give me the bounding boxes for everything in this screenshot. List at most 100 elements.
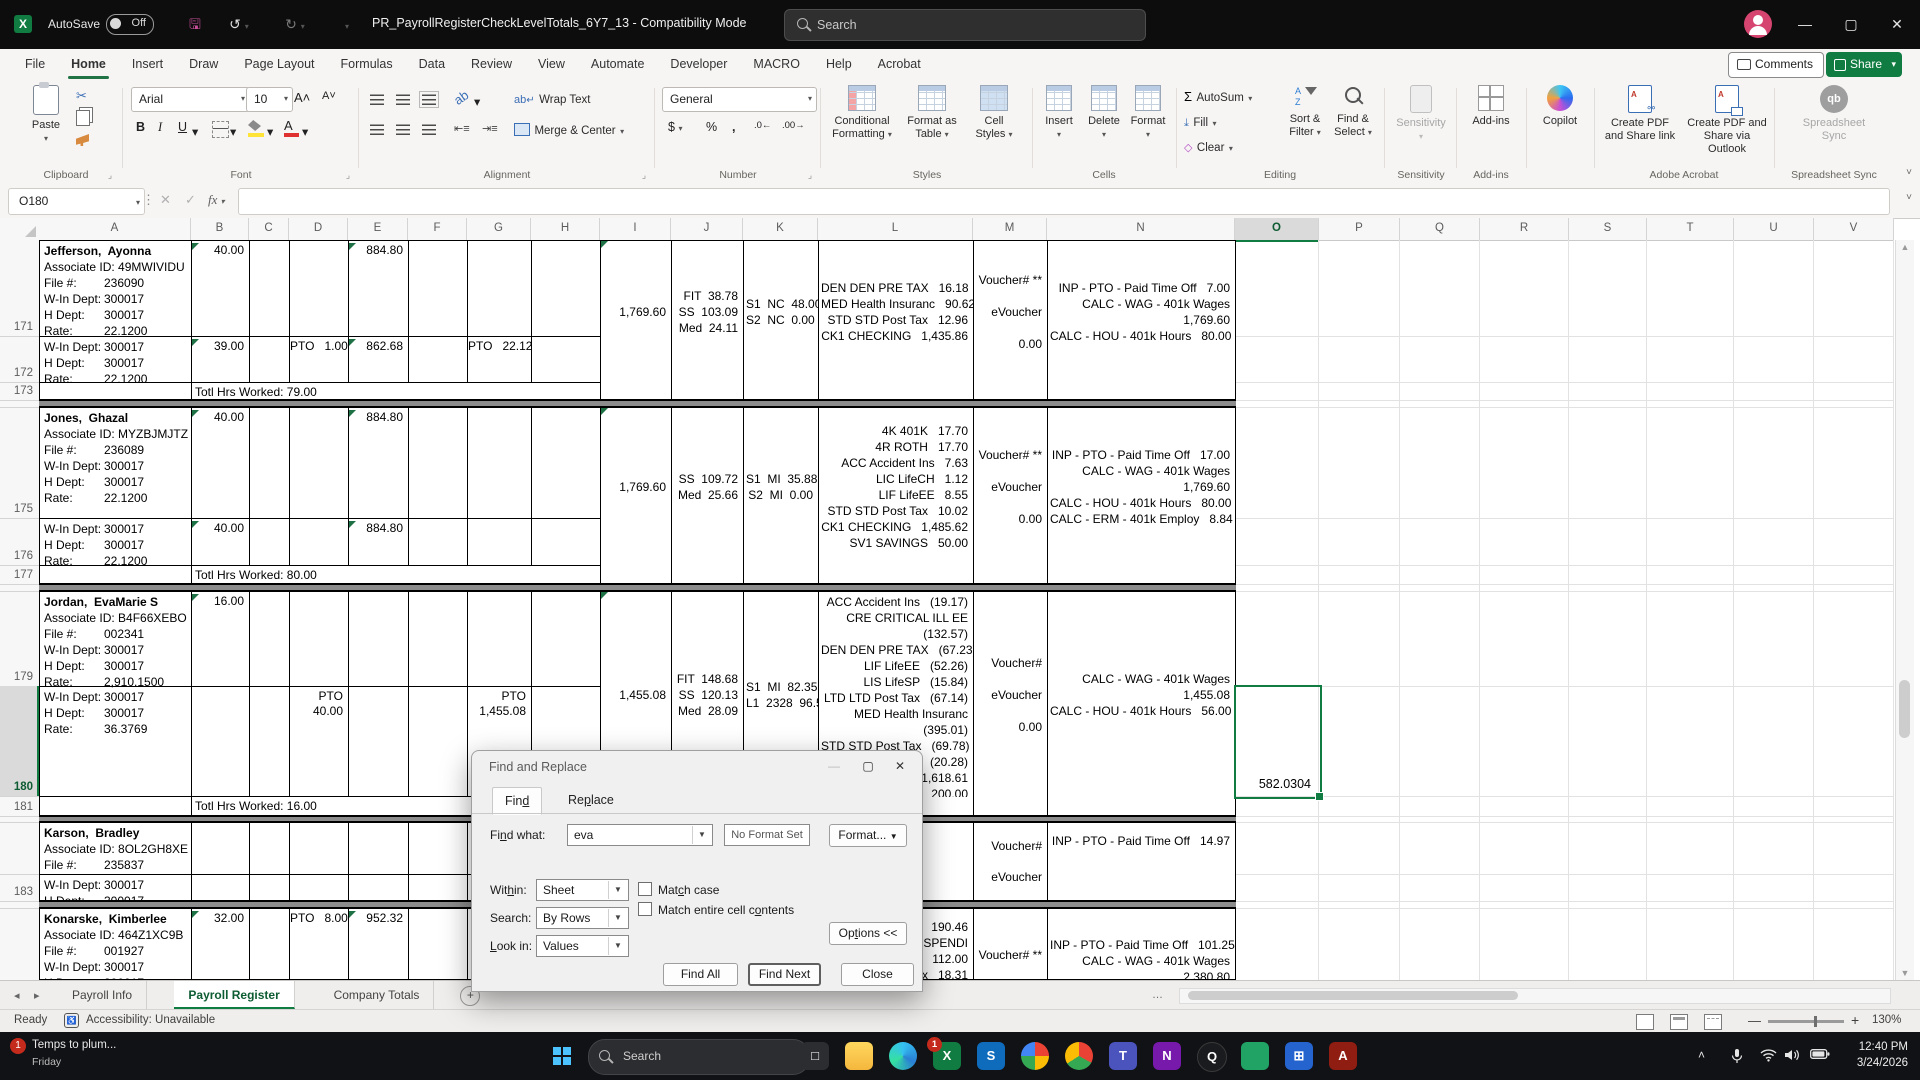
- row-header-176[interactable]: 176: [0, 548, 33, 564]
- currency-icon[interactable]: $ ▾: [668, 120, 682, 134]
- percent-icon[interactable]: %: [706, 120, 717, 134]
- taskbar-icon-onenote[interactable]: N: [1153, 1042, 1181, 1070]
- expand-formula-bar-icon[interactable]: ˅: [1906, 192, 1912, 203]
- tab-replace[interactable]: Replace: [556, 787, 626, 813]
- cell-E[interactable]: 884.80: [349, 243, 408, 337]
- within-select[interactable]: Sheet▼: [536, 879, 629, 901]
- align-middle-icon[interactable]: [396, 92, 410, 110]
- italic-button[interactable]: I: [158, 120, 162, 135]
- cell-B[interactable]: 32.00: [192, 911, 249, 981]
- prev-sheet-icon[interactable]: ◂: [14, 989, 20, 1002]
- cell-M[interactable]: Voucher# eVoucher 0.00: [974, 592, 1047, 797]
- column-header-U[interactable]: U: [1734, 218, 1814, 241]
- cell-N[interactable]: INP - PTO - Paid Time Off 101.25 CALC - …: [1048, 909, 1235, 981]
- cut-icon[interactable]: ✂: [76, 88, 87, 104]
- format-as-table-button[interactable]: Format asTable ▾: [900, 85, 964, 141]
- cell-B[interactable]: 40.00: [192, 243, 249, 337]
- find-next-button[interactable]: Find Next: [748, 963, 821, 986]
- align-bottom-icon[interactable]: [422, 92, 436, 110]
- orientation-menu-icon[interactable]: ▾: [474, 94, 480, 109]
- copilot-button[interactable]: Copilot: [1530, 85, 1590, 128]
- taskbar-icon-acrobat[interactable]: A: [1329, 1042, 1357, 1070]
- find-what-dropdown-icon[interactable]: ▼: [692, 826, 711, 844]
- ribbon-tab-page-layout[interactable]: Page Layout: [231, 49, 327, 80]
- page-break-view-button[interactable]: [1704, 1014, 1722, 1030]
- ribbon-tab-developer[interactable]: Developer: [657, 49, 740, 80]
- cell-N[interactable]: INP - PTO - Paid Time Off 7.00 CALC - WA…: [1048, 241, 1235, 383]
- row-header-183[interactable]: 183: [0, 884, 33, 900]
- name-box[interactable]: O180▾: [8, 188, 145, 215]
- cell-L[interactable]: DEN DEN PRE TAX 16.18 MED Health Insuran…: [819, 241, 973, 383]
- options-button[interactable]: Options <<: [829, 922, 907, 945]
- alignment-dialog-launcher[interactable]: ⌟: [639, 170, 649, 180]
- ribbon-tab-data[interactable]: Data: [406, 49, 458, 80]
- create-pdf-share-link-button[interactable]: A ⚯ Create PDFand Share link: [1598, 85, 1682, 143]
- undo-icon[interactable]: ↺ ▾: [226, 12, 252, 36]
- merge-center-button[interactable]: Merge & Center ▾: [514, 121, 624, 139]
- row-header-172[interactable]: 172: [0, 365, 33, 381]
- ribbon-tab-insert[interactable]: Insert: [119, 49, 176, 80]
- font-color-icon[interactable]: A: [284, 118, 299, 137]
- match-case-checkbox[interactable]: Match case: [638, 882, 719, 897]
- clock[interactable]: 12:40 PM 3/24/2026: [1857, 1039, 1908, 1071]
- align-center-icon[interactable]: [396, 122, 410, 140]
- column-header-A[interactable]: A: [39, 218, 191, 241]
- wrap-text-button[interactable]: ab↵ Wrap Text: [514, 90, 590, 108]
- save-icon[interactable]: 🖫: [182, 12, 208, 36]
- column-header-R[interactable]: R: [1480, 218, 1569, 241]
- create-pdf-share-outlook-button[interactable]: A Create PDF andShare via Outlook: [1684, 85, 1770, 156]
- tab-overflow-icon[interactable]: …: [1152, 989, 1163, 1001]
- taskbar-search[interactable]: Search: [588, 1039, 810, 1075]
- font-color-menu-icon[interactable]: ▾: [302, 124, 308, 139]
- increase-indent-icon[interactable]: ⇥≡: [482, 122, 498, 135]
- taskbar-icon-browser[interactable]: [1021, 1042, 1049, 1070]
- cell-M[interactable]: Voucher# ** eVoucher 0.00: [974, 241, 1047, 383]
- quick-access-menu-icon[interactable]: ▾: [334, 12, 360, 36]
- confirm-entry-icon[interactable]: ✓: [185, 192, 196, 208]
- row-header-181[interactable]: 181: [0, 799, 33, 815]
- bold-button[interactable]: B: [136, 120, 145, 134]
- minimize-button[interactable]: —: [1782, 0, 1828, 49]
- taskbar-icon-file-explorer[interactable]: [845, 1042, 873, 1070]
- column-header-F[interactable]: F: [408, 218, 467, 241]
- cell-M[interactable]: Voucher# eVoucher 0.00: [974, 823, 1047, 902]
- cancel-entry-icon[interactable]: ✕: [160, 192, 171, 208]
- lookin-select[interactable]: Values▼: [536, 935, 629, 957]
- start-button[interactable]: [548, 1042, 576, 1070]
- paste-button[interactable]: Paste▾: [26, 85, 66, 145]
- zoom-in-icon[interactable]: +: [1851, 1012, 1859, 1028]
- search-box[interactable]: Search: [784, 9, 1146, 41]
- column-header-H[interactable]: H: [531, 218, 600, 241]
- insert-cells-button[interactable]: Insert▾: [1038, 85, 1080, 141]
- row-header-177[interactable]: 177: [0, 567, 33, 583]
- horizontal-scrollbar[interactable]: [1179, 988, 1891, 1004]
- cell-styles-button[interactable]: CellStyles ▾: [966, 85, 1022, 141]
- delete-cells-button[interactable]: Delete▾: [1082, 85, 1126, 141]
- ribbon-tab-help[interactable]: Help: [813, 49, 865, 80]
- ribbon-tab-file[interactable]: File: [12, 49, 58, 80]
- font-dialog-launcher[interactable]: ⌟: [343, 170, 353, 180]
- addins-button[interactable]: Add-ins: [1460, 85, 1522, 128]
- cell-L[interactable]: 4K 401K 17.70 4R ROTH 17.70 ACC Accident…: [819, 408, 973, 566]
- ribbon-tab-automate[interactable]: Automate: [578, 49, 658, 80]
- row-header-175[interactable]: 175: [0, 501, 33, 517]
- redo-icon[interactable]: ↻ ▾: [282, 12, 308, 36]
- fill-button[interactable]: ⤓ Fill ▾: [1184, 113, 1217, 131]
- column-header-V[interactable]: V: [1814, 218, 1894, 241]
- decrease-decimal-icon[interactable]: .00→: [782, 120, 805, 131]
- cell-M[interactable]: Voucher# ** eVoucher 0.00: [974, 408, 1047, 566]
- cell-B[interactable]: 40.00: [192, 521, 249, 566]
- taskbar-icon-quickbooks[interactable]: Q: [1197, 1042, 1227, 1072]
- column-header-G[interactable]: G: [467, 218, 531, 241]
- clipboard-dialog-launcher[interactable]: ⌟: [105, 170, 115, 180]
- sheet-tab-payroll-register[interactable]: Payroll Register: [174, 981, 294, 1009]
- taskbar-icon-teams[interactable]: T: [1109, 1042, 1137, 1070]
- close-button[interactable]: ✕: [1874, 0, 1920, 49]
- fill-handle[interactable]: [1315, 792, 1324, 801]
- tab-find[interactable]: Find: [492, 787, 542, 815]
- column-header-K[interactable]: K: [743, 218, 818, 241]
- column-header-D[interactable]: D: [289, 218, 348, 241]
- format-cells-button[interactable]: Format▾: [1126, 85, 1170, 141]
- close-dialog-button[interactable]: Close: [841, 963, 914, 986]
- cell-I[interactable]: 1,769.60: [601, 408, 671, 566]
